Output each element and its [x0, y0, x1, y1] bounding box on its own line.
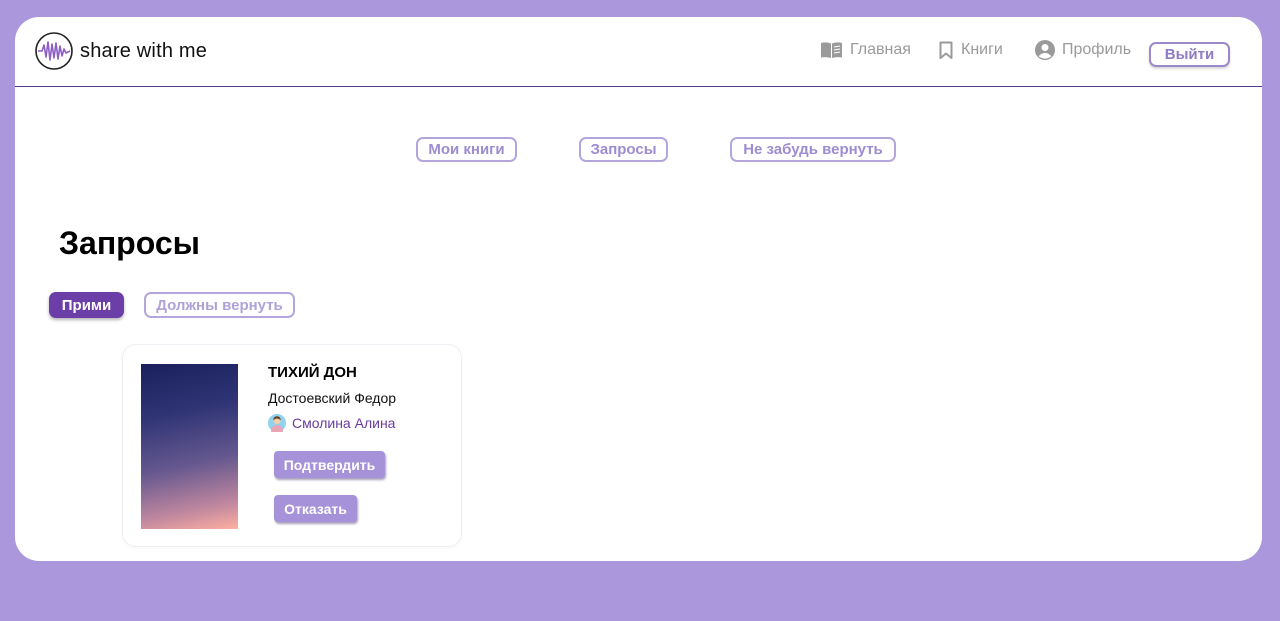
request-card: ТИХИЙ ДОН Достоевский Федор Смолина Алин… [122, 344, 462, 547]
filter-must-return[interactable]: Должны вернуть [144, 292, 295, 318]
nav-books-label: Книги [961, 41, 1003, 58]
nav-home[interactable]: Главная [820, 39, 911, 61]
decline-button[interactable]: Отказать [274, 495, 357, 522]
tab-requests[interactable]: Запросы [579, 137, 668, 162]
requester[interactable]: Смолина Алина [268, 414, 395, 432]
nav-profile[interactable]: Профиль [1035, 39, 1131, 61]
filter-accept[interactable]: Прими [49, 292, 124, 318]
nav-profile-label: Профиль [1062, 41, 1132, 58]
open-book-icon [821, 42, 842, 58]
tab-remember-return[interactable]: Не забудь вернуть [730, 137, 896, 162]
main-card: share with me Главная Книги Профиль Выйт… [15, 17, 1262, 561]
bookmark-icon [939, 41, 953, 59]
page-title: Запросы [59, 225, 200, 261]
user-circle-icon [1035, 40, 1055, 60]
brand-name[interactable]: share with me [80, 40, 207, 63]
requester-name[interactable]: Смолина Алина [292, 415, 395, 431]
tab-my-books[interactable]: Мои книги [416, 137, 517, 162]
book-author: Достоевский Федор [268, 390, 397, 406]
soundwave-logo-icon[interactable] [34, 31, 74, 71]
avatar-icon [268, 414, 286, 432]
book-cover[interactable] [141, 364, 238, 529]
top-nav: share with me Главная Книги Профиль Выйт… [15, 17, 1262, 87]
nav-home-label: Главная [850, 41, 911, 58]
book-title[interactable]: ТИХИЙ ДОН [268, 364, 357, 381]
confirm-button[interactable]: Подтвердить [274, 451, 385, 478]
logout-button[interactable]: Выйти [1149, 42, 1230, 67]
nav-books[interactable]: Книги [938, 39, 1003, 61]
